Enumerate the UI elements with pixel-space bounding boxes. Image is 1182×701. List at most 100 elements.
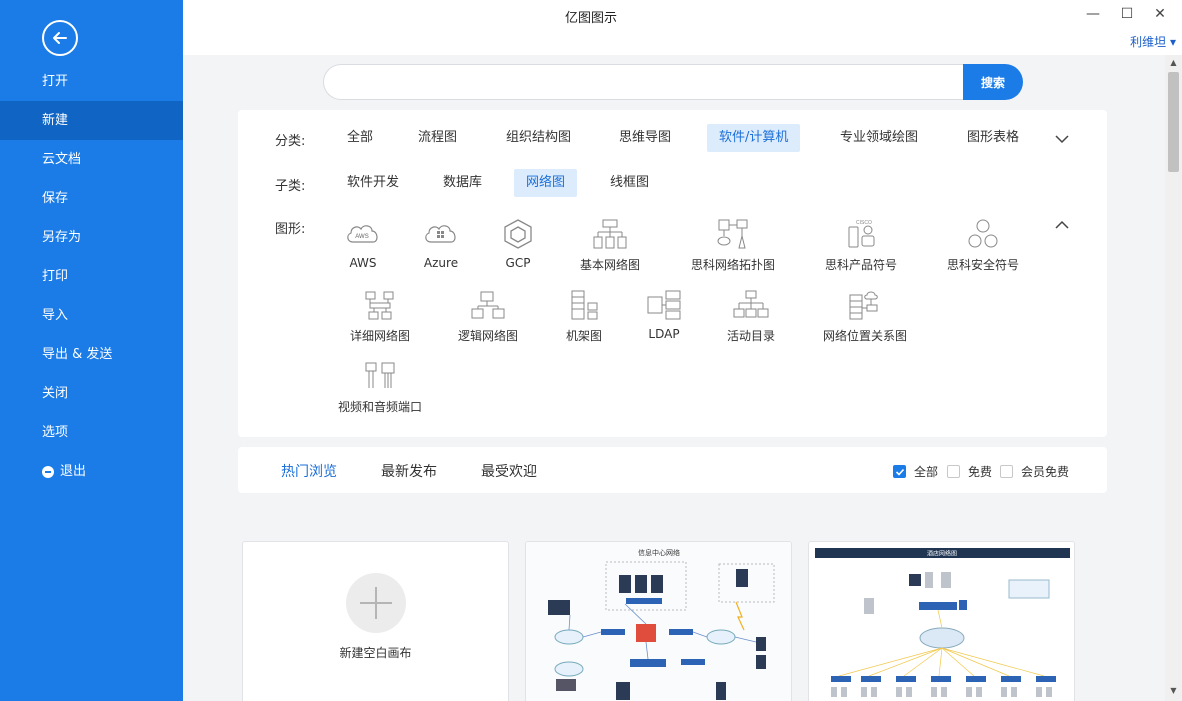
sidebar-item-label: 选项 <box>42 425 69 440</box>
svg-text:CISCO: CISCO <box>856 220 872 226</box>
category-chip[interactable]: 组织结构图 <box>494 124 583 152</box>
category-chip[interactable]: 全部 <box>335 124 385 152</box>
cisco-product-icon: CISCO <box>848 220 875 248</box>
shape-basic-network[interactable]: 基本网络图 <box>550 218 670 273</box>
basic-network-icon <box>593 219 627 249</box>
sidebar-item-label: 关闭 <box>42 386 69 401</box>
tab-hot[interactable]: 热门浏览 <box>281 461 337 481</box>
search-input[interactable] <box>323 64 968 100</box>
cisco-security-icon <box>968 219 998 248</box>
template-tabs-bar: 热门浏览 最新发布 最受欢迎 全部 免费 会员免费 <box>238 447 1107 493</box>
tab-latest[interactable]: 最新发布 <box>381 461 437 481</box>
shape-label: 思科产品符号 <box>824 258 897 272</box>
shape-cisco-security[interactable]: 思科安全符号 <box>923 218 1043 273</box>
category-label: 分类: <box>275 134 306 149</box>
template-card[interactable]: 酒店网络图 <box>808 541 1075 701</box>
subcategory-chip-active[interactable]: 网络图 <box>514 169 578 197</box>
search-button[interactable]: 搜索 <box>963 64 1023 100</box>
sidebar-item-import[interactable]: 导入 <box>0 296 183 335</box>
sidebar-item-label: 保存 <box>42 191 69 206</box>
category-chip[interactable]: 流程图 <box>406 124 469 152</box>
scrollbar[interactable]: ▲ ▼ <box>1165 55 1182 701</box>
cisco-topology-icon <box>717 219 748 249</box>
sidebar-item-export-send[interactable]: 导出 & 发送 <box>0 335 183 374</box>
user-menu[interactable]: 利维坦 ▾ <box>1130 33 1176 50</box>
tab-popular[interactable]: 最受欢迎 <box>481 461 537 481</box>
sidebar-item-label: 另存为 <box>42 230 82 245</box>
network-location-icon <box>849 291 878 320</box>
shape-av-ports[interactable]: 视频和音频端口 <box>320 360 440 415</box>
sidebar-item-save[interactable]: 保存 <box>0 179 183 218</box>
shape-label: 视频和音频端口 <box>337 400 422 414</box>
category-chip[interactable]: 思维导图 <box>607 124 683 152</box>
maximize-button[interactable]: ☐ <box>1112 4 1142 24</box>
arrow-left-icon <box>53 32 67 44</box>
gcp-hexagon-icon <box>504 219 532 249</box>
sidebar-item-label: 导出 & 发送 <box>42 347 113 362</box>
exit-icon <box>42 465 54 478</box>
detailed-network-icon <box>365 291 394 320</box>
shape-cisco-topology[interactable]: 思科网络拓扑图 <box>673 218 793 273</box>
shape-network-location[interactable]: 网络位置关系图 <box>805 289 925 344</box>
rack-icon <box>571 290 598 320</box>
logical-network-icon <box>471 291 505 319</box>
filter-free-checkbox[interactable]: 免费 <box>947 463 992 480</box>
checkbox-icon <box>947 465 960 478</box>
azure-cloud-icon <box>425 225 456 243</box>
sidebar-item-label: 新建 <box>42 113 69 128</box>
template-thumbnail: 信息中心网络 <box>526 542 791 701</box>
shape-label: 思科网络拓扑图 <box>690 258 775 272</box>
sidebar-nav: 打开 新建 云文档 保存 另存为 打印 导入 导出 & 发送 关闭 选项 退出 <box>0 62 183 491</box>
chevron-down-icon[interactable] <box>1052 129 1072 149</box>
sidebar: 打开 新建 云文档 保存 另存为 打印 导入 导出 & 发送 关闭 选项 退出 <box>0 0 183 701</box>
template-card[interactable]: 信息中心网络 <box>525 541 792 701</box>
new-blank-canvas-card[interactable]: 新建空白画布 <box>242 541 509 701</box>
template-title: 酒店网络图 <box>927 550 957 558</box>
svg-text:AWS: AWS <box>355 234 368 240</box>
filter-all-checkbox[interactable]: 全部 <box>893 463 938 480</box>
sidebar-item-close[interactable]: 关闭 <box>0 374 183 413</box>
template-thumbnail: 酒店网络图 <box>809 542 1074 701</box>
shape-label: 详细网络图 <box>349 329 410 343</box>
search-bar: 搜索 <box>323 64 1023 100</box>
sidebar-item-options[interactable]: 选项 <box>0 413 183 452</box>
sidebar-item-exit[interactable]: 退出 <box>0 452 183 491</box>
minimize-button[interactable]: — <box>1078 4 1108 24</box>
category-chip-active[interactable]: 软件/计算机 <box>707 124 801 152</box>
filter-member-free-checkbox[interactable]: 会员免费 <box>1000 463 1069 480</box>
template-title: 信息中心网络 <box>638 548 680 557</box>
sidebar-item-print[interactable]: 打印 <box>0 257 183 296</box>
category-chip[interactable]: 专业领域绘图 <box>828 124 930 152</box>
sidebar-item-new[interactable]: 新建 <box>0 101 183 140</box>
category-chip[interactable]: 图形表格 <box>955 124 1031 152</box>
scroll-up-icon[interactable]: ▲ <box>1168 58 1179 68</box>
sidebar-item-save-as[interactable]: 另存为 <box>0 218 183 257</box>
ldap-icon <box>647 290 681 320</box>
sidebar-item-open[interactable]: 打开 <box>0 62 183 101</box>
scroll-thumb[interactable] <box>1168 72 1179 172</box>
shape-label: 活动目录 <box>726 329 775 343</box>
subcategory-chip[interactable]: 软件开发 <box>335 169 411 197</box>
shape-label: 网络位置关系图 <box>822 329 907 343</box>
back-button[interactable] <box>42 20 78 56</box>
checkbox-label: 会员免费 <box>1021 465 1070 479</box>
sidebar-item-label: 打印 <box>42 269 69 284</box>
subcategory-chip[interactable]: 数据库 <box>431 169 494 197</box>
subcategory-chip[interactable]: 线框图 <box>598 169 661 197</box>
scroll-down-icon[interactable]: ▼ <box>1168 686 1179 696</box>
checkbox-icon <box>1000 465 1013 478</box>
new-blank-label: 新建空白画布 <box>339 646 412 660</box>
shape-label: 思科安全符号 <box>946 258 1019 272</box>
checkbox-label: 全部 <box>914 465 939 479</box>
filter-panel: 分类: 全部 流程图 组织结构图 思维导图 软件/计算机 专业领域绘图 图形表格… <box>238 110 1107 437</box>
shape-detailed-network[interactable]: 详细网络图 <box>320 289 440 344</box>
shape-active-directory[interactable]: 活动目录 <box>691 289 811 344</box>
shape-cisco-product[interactable]: CISCO 思科产品符号 <box>801 218 921 273</box>
close-button[interactable]: ✕ <box>1145 4 1175 24</box>
title-bar: 亿图图示 — ☐ ✕ 利维坦 ▾ <box>183 0 1182 55</box>
sidebar-item-cloud-docs[interactable]: 云文档 <box>0 140 183 179</box>
shapes-label: 图形: <box>275 222 306 237</box>
checkbox-label: 免费 <box>968 465 993 479</box>
sidebar-item-label: 退出 <box>60 464 87 479</box>
chevron-up-icon[interactable] <box>1052 215 1072 235</box>
